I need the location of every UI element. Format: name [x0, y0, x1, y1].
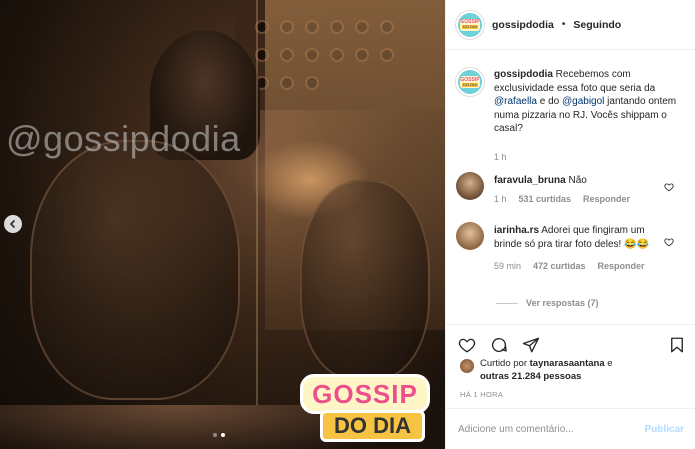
wine-glass-left [30, 140, 240, 400]
carousel-dots [213, 433, 225, 437]
like-comment-button[interactable] [664, 182, 674, 192]
comment-time: 1 h [494, 193, 507, 204]
bookmark-icon[interactable] [668, 336, 686, 354]
previous-photo-button[interactable] [4, 215, 22, 233]
comment-body: Não [565, 175, 587, 186]
likes-connector: e [604, 358, 613, 369]
caption-username[interactable]: gossipdodia [494, 69, 553, 80]
likes-others-count[interactable]: outras 21.284 pessoas [480, 371, 581, 382]
mention-link[interactable]: @gabigol [562, 96, 604, 107]
comment-item: faravula_bruna Não 1 h 531 curtidas Resp… [456, 172, 664, 204]
profile-avatar[interactable]: GOSSIP DO DIA [456, 10, 484, 39]
share-icon[interactable] [522, 336, 540, 354]
comment-likes[interactable]: 472 curtidas [533, 261, 586, 271]
post-header: GOSSIP DO DIA gossipdodia • Seguindo [446, 0, 695, 50]
comments-list[interactable]: GOSSIP DO DIA gossipdodia Recebemos com … [446, 60, 695, 322]
likes-prefix: Curtido por [480, 358, 530, 369]
caption-avatar[interactable]: GOSSIP DO DIA [456, 68, 484, 96]
mention-link[interactable]: @rafaella [494, 96, 537, 107]
comment-item: iarinha.rs Adorei que fingiram um brinde… [456, 222, 664, 271]
comment-time: 59 min [494, 261, 522, 271]
caption-text: gossipdodia Recebemos com exclusividade … [494, 68, 684, 136]
like-comment-button[interactable] [664, 237, 674, 247]
avatar-logo-bottom: DO DIA [462, 81, 478, 87]
header-separator: • [561, 19, 566, 30]
view-replies-label: Ver respostas (7) [526, 298, 599, 308]
post-photo[interactable]: @gossipdodia GOSSIP DO DIA [0, 0, 445, 449]
comment-likes[interactable]: 531 curtidas [519, 194, 572, 204]
comment-text: faravula_bruna Não [494, 174, 664, 188]
comment-icon[interactable] [490, 336, 508, 354]
post-comment-button[interactable]: Publicar [645, 424, 684, 435]
glass-partition [256, 0, 258, 449]
replies-divider-line [496, 302, 518, 304]
caption: GOSSIP DO DIA gossipdodia Recebemos com … [456, 68, 684, 162]
comment-text: iarinha.rs Adorei que fingiram um brinde… [494, 224, 664, 251]
header-username[interactable]: gossipdodia [492, 19, 554, 31]
chevron-left-icon [9, 219, 16, 229]
caption-text-part: e do [536, 96, 562, 107]
carousel-dot [213, 433, 217, 437]
comment-input[interactable] [458, 423, 645, 435]
liker-avatar [460, 359, 474, 373]
logo-bottom-text: DO DIA [320, 410, 425, 442]
likes-summary[interactable]: Curtido por taynarasaantana e outras 21.… [460, 358, 613, 383]
wine-glass-right [300, 180, 430, 380]
heart-icon[interactable] [458, 336, 476, 354]
commenter-avatar[interactable] [456, 172, 484, 200]
heart-icon [664, 238, 674, 247]
follow-status-button[interactable]: Seguindo [573, 19, 621, 31]
post-side-panel: GOSSIP DO DIA gossipdodia • Seguindo GOS… [445, 0, 695, 449]
logo-top-text: GOSSIP [300, 374, 430, 414]
liker-username[interactable]: taynarasaantana [530, 358, 605, 369]
comment-username[interactable]: faravula_bruna [494, 175, 566, 186]
likes-text: Curtido por taynarasaantana e outras 21.… [480, 358, 613, 383]
commenter-avatar[interactable] [456, 222, 484, 250]
avatar-logo-bottom: DO DIA [462, 24, 478, 29]
post-timestamp: HÁ 1 HORA [460, 390, 504, 399]
view-replies-button[interactable]: Ver respostas (7) [496, 298, 599, 308]
add-comment-bar: Publicar [446, 408, 695, 449]
caption-time: 1 h [494, 151, 507, 162]
gossip-logo-overlay: GOSSIP DO DIA [300, 374, 430, 444]
carousel-dot-active [221, 433, 225, 437]
heart-icon [664, 183, 674, 192]
comment-username[interactable]: iarinha.rs [494, 225, 539, 236]
watermark: @gossipdodia [6, 118, 241, 159]
reply-button[interactable]: Responder [583, 194, 630, 204]
reply-button[interactable]: Responder [598, 261, 645, 271]
